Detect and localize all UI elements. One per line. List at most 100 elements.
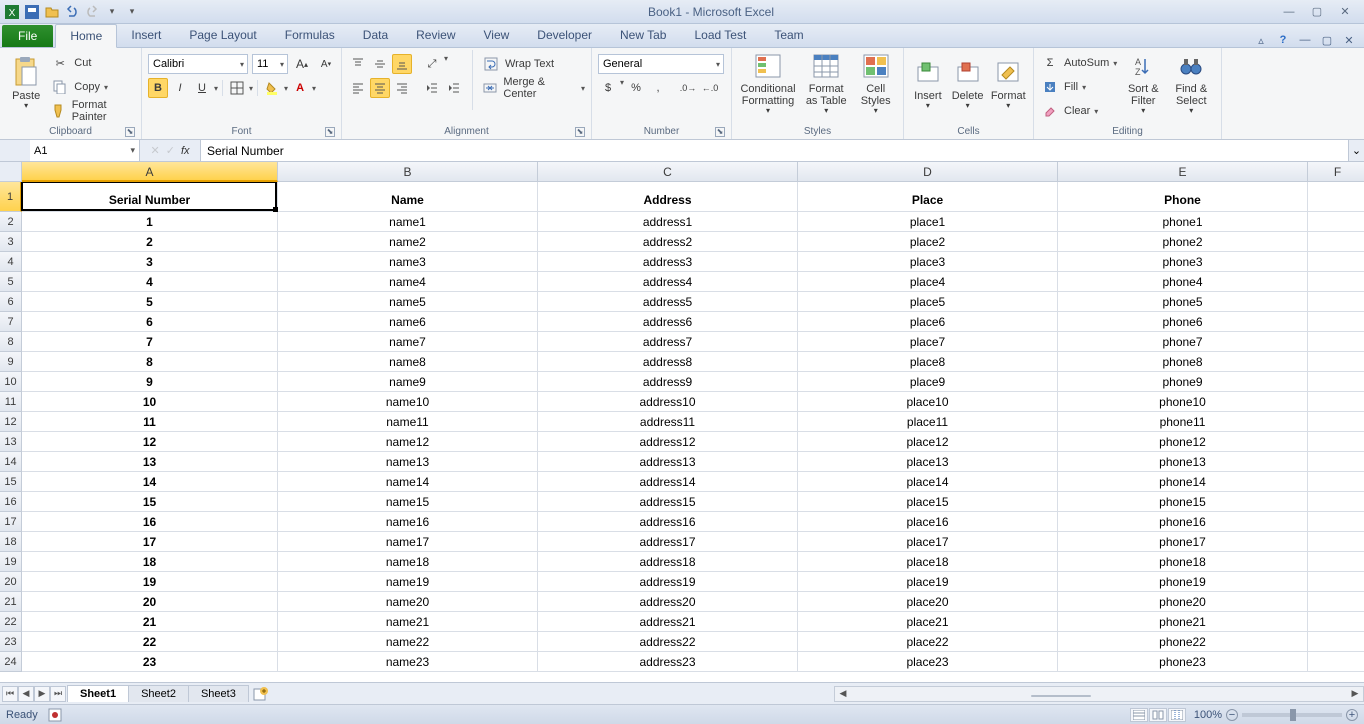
format-as-table-button[interactable]: Format as Table▾ bbox=[802, 50, 850, 116]
row-header-3[interactable]: 3 bbox=[0, 232, 22, 252]
comma-icon[interactable]: , bbox=[648, 78, 668, 98]
cell-B2[interactable]: name1 bbox=[278, 212, 538, 232]
cell-A21[interactable]: 20 bbox=[22, 592, 278, 612]
cell-F9[interactable] bbox=[1308, 352, 1364, 372]
cell-F8[interactable] bbox=[1308, 332, 1364, 352]
row-header-5[interactable]: 5 bbox=[0, 272, 22, 292]
cell-E14[interactable]: phone13 bbox=[1058, 452, 1308, 472]
cell-D6[interactable]: place5 bbox=[798, 292, 1058, 312]
cell-E12[interactable]: phone11 bbox=[1058, 412, 1308, 432]
cell-A15[interactable]: 14 bbox=[22, 472, 278, 492]
cell-D3[interactable]: place2 bbox=[798, 232, 1058, 252]
cell-E19[interactable]: phone18 bbox=[1058, 552, 1308, 572]
autosum-button[interactable]: ΣAutoSum▾ bbox=[1040, 52, 1117, 74]
sort-filter-button[interactable]: AZSort & Filter▾ bbox=[1121, 50, 1165, 116]
cell-E11[interactable]: phone10 bbox=[1058, 392, 1308, 412]
zoom-level[interactable]: 100% bbox=[1194, 709, 1222, 721]
cell-E9[interactable]: phone8 bbox=[1058, 352, 1308, 372]
cell-A1[interactable]: Serial Number bbox=[22, 182, 278, 212]
font-name-combo[interactable]: Calibri bbox=[148, 54, 248, 74]
cell-F21[interactable] bbox=[1308, 592, 1364, 612]
cell-E21[interactable]: phone20 bbox=[1058, 592, 1308, 612]
cell-C17[interactable]: address16 bbox=[538, 512, 798, 532]
cell-E24[interactable]: phone23 bbox=[1058, 652, 1308, 672]
cell-E7[interactable]: phone6 bbox=[1058, 312, 1308, 332]
tab-review[interactable]: Review bbox=[402, 24, 469, 47]
tab-home[interactable]: Home bbox=[55, 24, 117, 48]
cell-B14[interactable]: name13 bbox=[278, 452, 538, 472]
cell-D2[interactable]: place1 bbox=[798, 212, 1058, 232]
cell-E17[interactable]: phone16 bbox=[1058, 512, 1308, 532]
cell-F13[interactable] bbox=[1308, 432, 1364, 452]
cell-C6[interactable]: address5 bbox=[538, 292, 798, 312]
cell-A4[interactable]: 3 bbox=[22, 252, 278, 272]
col-header-C[interactable]: C bbox=[538, 162, 798, 182]
row-header-12[interactable]: 12 bbox=[0, 412, 22, 432]
cell-B3[interactable]: name2 bbox=[278, 232, 538, 252]
cell-F16[interactable] bbox=[1308, 492, 1364, 512]
cell-D24[interactable]: place23 bbox=[798, 652, 1058, 672]
align-left-icon[interactable] bbox=[348, 78, 368, 98]
row-header-6[interactable]: 6 bbox=[0, 292, 22, 312]
cell-F5[interactable] bbox=[1308, 272, 1364, 292]
enter-formula-icon[interactable]: ✓ bbox=[166, 144, 175, 157]
zoom-slider[interactable] bbox=[1242, 713, 1342, 717]
cell-C12[interactable]: address11 bbox=[538, 412, 798, 432]
copy-button[interactable]: Copy▾ bbox=[50, 76, 135, 98]
col-header-A[interactable]: A bbox=[22, 162, 278, 182]
page-break-view-icon[interactable] bbox=[1168, 708, 1186, 722]
cell-A12[interactable]: 11 bbox=[22, 412, 278, 432]
tab-view[interactable]: View bbox=[470, 24, 524, 47]
cell-D8[interactable]: place7 bbox=[798, 332, 1058, 352]
row-header-7[interactable]: 7 bbox=[0, 312, 22, 332]
cell-D20[interactable]: place19 bbox=[798, 572, 1058, 592]
cell-C13[interactable]: address12 bbox=[538, 432, 798, 452]
minimize-button[interactable]: — bbox=[1278, 5, 1300, 19]
fill-color-button[interactable] bbox=[262, 78, 282, 98]
cell-A6[interactable]: 5 bbox=[22, 292, 278, 312]
cell-A17[interactable]: 16 bbox=[22, 512, 278, 532]
cell-F20[interactable] bbox=[1308, 572, 1364, 592]
cell-F7[interactable] bbox=[1308, 312, 1364, 332]
name-box[interactable]: A1 bbox=[30, 140, 140, 161]
cell-C3[interactable]: address2 bbox=[538, 232, 798, 252]
cell-A11[interactable]: 10 bbox=[22, 392, 278, 412]
wrap-text-button[interactable]: Wrap Text bbox=[481, 54, 585, 74]
cell-F22[interactable] bbox=[1308, 612, 1364, 632]
merge-center-button[interactable]: Merge & Center▾ bbox=[481, 78, 585, 98]
cell-A3[interactable]: 2 bbox=[22, 232, 278, 252]
cell-F3[interactable] bbox=[1308, 232, 1364, 252]
cell-A16[interactable]: 15 bbox=[22, 492, 278, 512]
cell-E8[interactable]: phone7 bbox=[1058, 332, 1308, 352]
cells-area[interactable]: Serial NumberNameAddressPlacePhone1name1… bbox=[22, 182, 1364, 682]
tab-page-layout[interactable]: Page Layout bbox=[175, 24, 270, 47]
col-header-D[interactable]: D bbox=[798, 162, 1058, 182]
cell-E1[interactable]: Phone bbox=[1058, 182, 1308, 212]
cell-B23[interactable]: name22 bbox=[278, 632, 538, 652]
row-header-2[interactable]: 2 bbox=[0, 212, 22, 232]
cell-D23[interactable]: place22 bbox=[798, 632, 1058, 652]
percent-icon[interactable]: % bbox=[626, 78, 646, 98]
cell-F2[interactable] bbox=[1308, 212, 1364, 232]
cell-D5[interactable]: place4 bbox=[798, 272, 1058, 292]
cell-B16[interactable]: name15 bbox=[278, 492, 538, 512]
cell-A18[interactable]: 17 bbox=[22, 532, 278, 552]
cell-C9[interactable]: address8 bbox=[538, 352, 798, 372]
cell-D7[interactable]: place6 bbox=[798, 312, 1058, 332]
cell-C1[interactable]: Address bbox=[538, 182, 798, 212]
cell-B5[interactable]: name4 bbox=[278, 272, 538, 292]
row-header-17[interactable]: 17 bbox=[0, 512, 22, 532]
help-icon[interactable]: ? bbox=[1276, 33, 1290, 47]
decrease-indent-icon[interactable] bbox=[422, 78, 442, 98]
cell-A9[interactable]: 8 bbox=[22, 352, 278, 372]
paste-button[interactable]: Paste▾ bbox=[6, 50, 46, 116]
cell-C20[interactable]: address19 bbox=[538, 572, 798, 592]
prev-sheet-icon[interactable]: ◀ bbox=[18, 686, 34, 702]
row-header-19[interactable]: 19 bbox=[0, 552, 22, 572]
cancel-formula-icon[interactable]: ✕ bbox=[151, 144, 160, 157]
cell-D17[interactable]: place16 bbox=[798, 512, 1058, 532]
cell-C18[interactable]: address17 bbox=[538, 532, 798, 552]
cell-B17[interactable]: name16 bbox=[278, 512, 538, 532]
tab-insert[interactable]: Insert bbox=[117, 24, 175, 47]
cell-D4[interactable]: place3 bbox=[798, 252, 1058, 272]
